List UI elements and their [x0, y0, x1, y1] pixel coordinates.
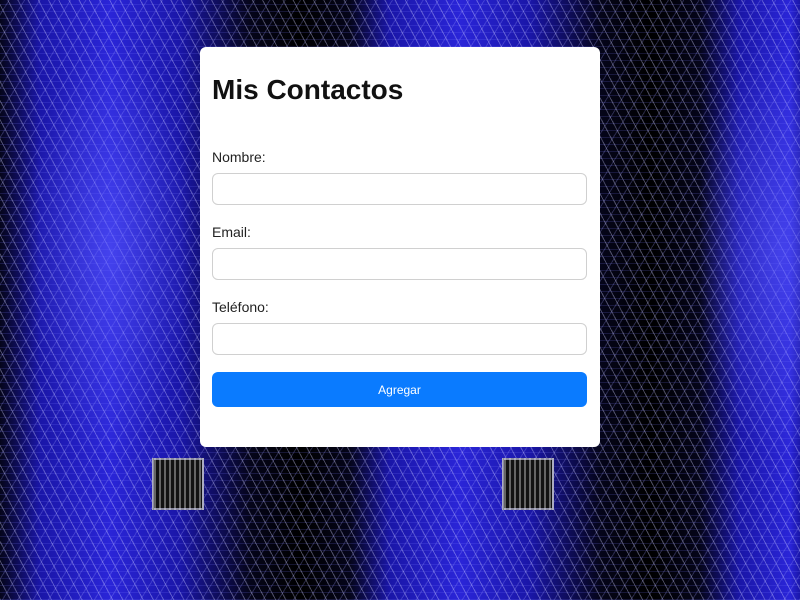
phone-field[interactable] [212, 323, 587, 355]
add-contact-button[interactable]: Agregar [212, 372, 587, 407]
page-title: Mis Contactos [212, 74, 404, 105]
microchip-graphic [502, 458, 554, 510]
microchip-graphic [152, 458, 204, 510]
email-field[interactable] [212, 248, 587, 280]
name-field[interactable] [212, 173, 587, 205]
contact-form-card: Mis Contactos Nombre: Email: Teléfono: A… [200, 47, 600, 447]
phone-label: Teléfono: [212, 299, 269, 315]
name-label: Nombre: [212, 149, 266, 165]
email-label: Email: [212, 224, 251, 240]
